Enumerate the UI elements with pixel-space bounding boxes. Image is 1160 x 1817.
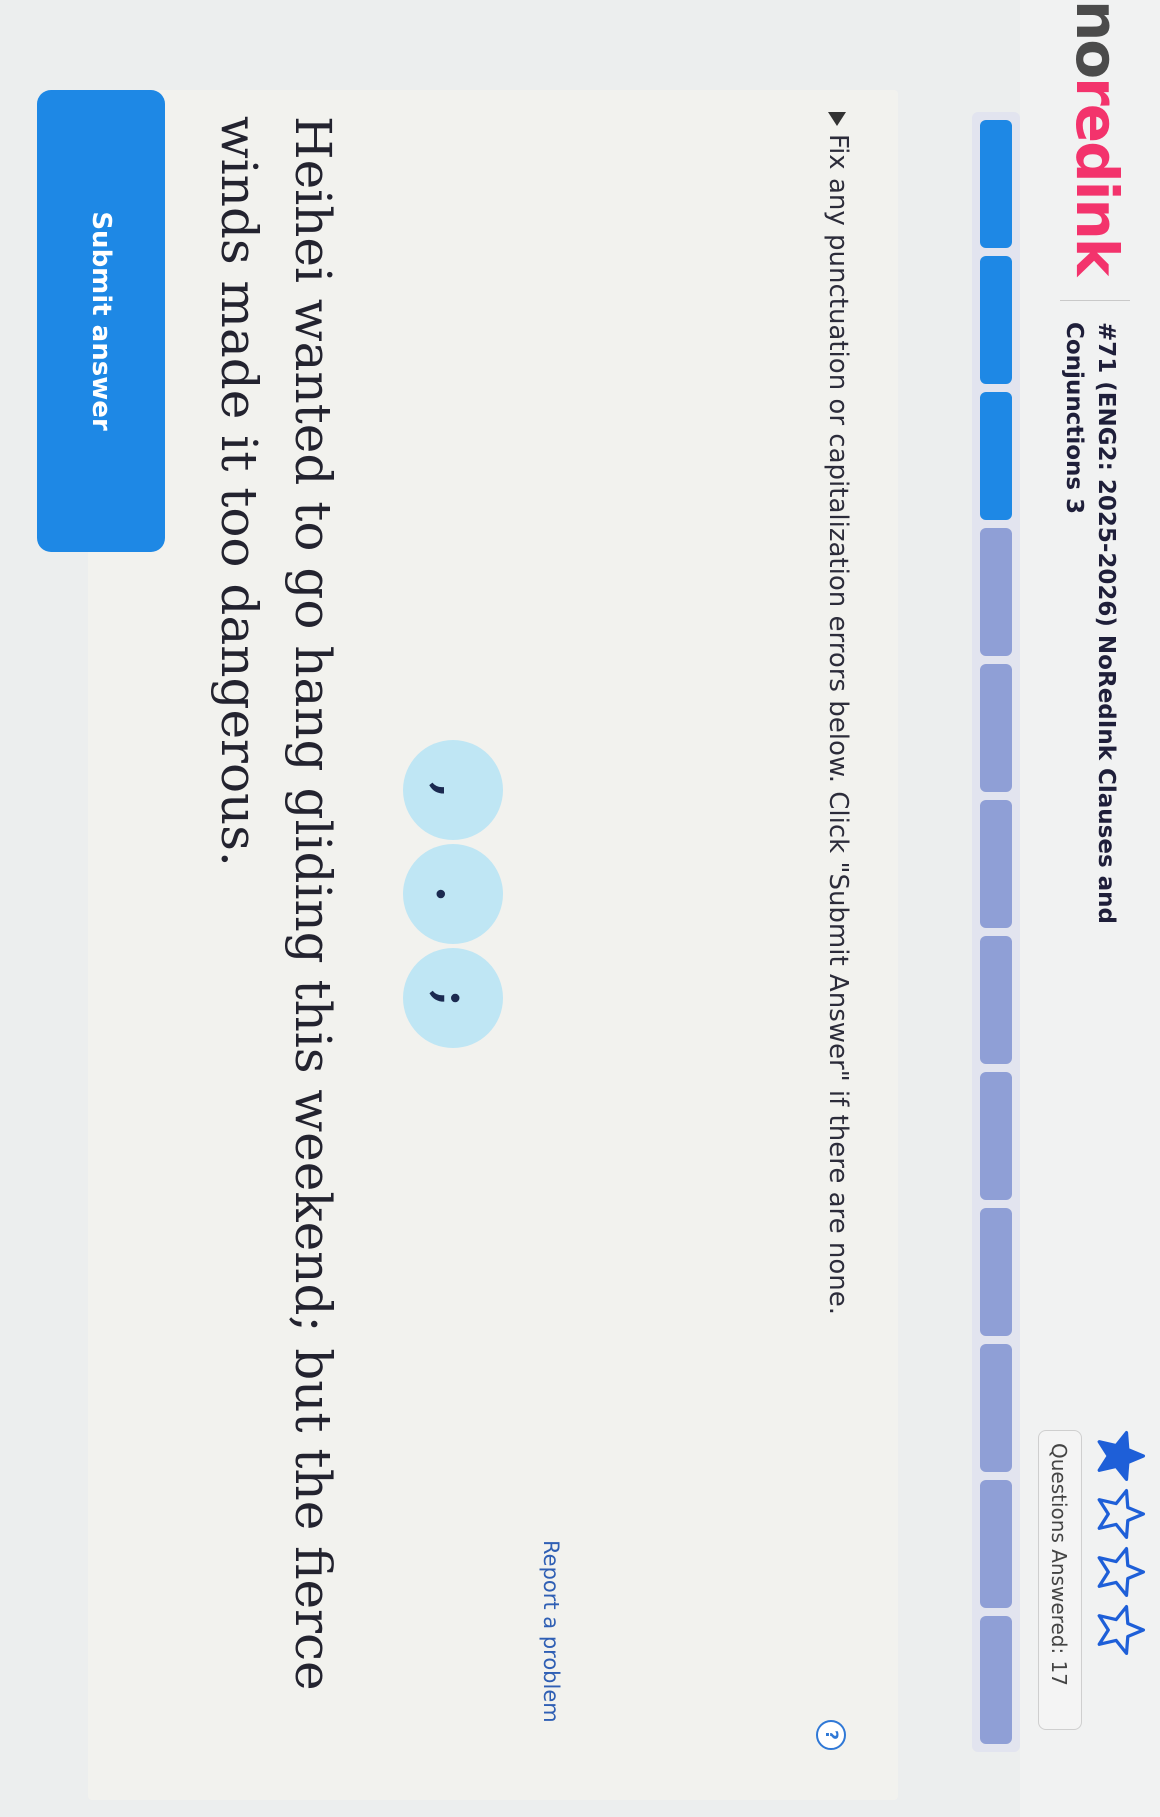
progress-segment-complete [980, 120, 1012, 248]
logo-no-text: no [1063, 0, 1131, 78]
progress-segment-complete [980, 392, 1012, 520]
arrow-pointer-icon [828, 112, 847, 126]
period-tile[interactable]: . [403, 844, 503, 944]
star-rating [1094, 1430, 1146, 1656]
sentence-text[interactable]: Heihei wanted to go hang gliding this we… [202, 116, 350, 1776]
progress-segment-complete [980, 256, 1012, 384]
punctuation-tiles: , . ; [403, 740, 503, 1048]
star-filled-icon [1094, 1430, 1146, 1482]
star-outline-icon [1094, 1604, 1146, 1656]
report-problem-link[interactable]: Report a problem [539, 1540, 563, 1723]
noredink-logo[interactable]: noredink [1063, 0, 1131, 274]
progress-segment-remaining [980, 664, 1012, 792]
progress-segment-remaining [980, 1072, 1012, 1200]
progress-segment-remaining [980, 1480, 1012, 1608]
logo-redink-text: redink [1063, 77, 1131, 275]
progress-segment-remaining [980, 1208, 1012, 1336]
comma-tile[interactable]: , [403, 740, 503, 840]
semicolon-tile[interactable]: ; [403, 948, 503, 1048]
submit-answer-button[interactable]: Submit answer [37, 90, 165, 552]
star-outline-icon [1094, 1546, 1146, 1598]
questions-answered-counter: Questions Answered: 17 [1038, 1430, 1082, 1730]
progress-segment-remaining [980, 528, 1012, 656]
star-outline-icon [1094, 1488, 1146, 1540]
progress-segment-remaining [980, 1344, 1012, 1472]
screen: noredink #71 (ENG2: 2025-2026) NoRedInk … [0, 0, 1160, 1817]
instruction-text: Fix any punctuation or capitalization er… [823, 134, 853, 1316]
header-divider [1060, 300, 1130, 301]
question-card: Fix any punctuation or capitalization er… [88, 90, 898, 1800]
help-icon[interactable]: ? [816, 1720, 846, 1750]
header: noredink #71 (ENG2: 2025-2026) NoRedInk … [1020, 0, 1160, 1817]
progress-segment-remaining [980, 800, 1012, 928]
instruction: Fix any punctuation or capitalization er… [816, 112, 860, 1712]
assignment-title: #71 (ENG2: 2025-2026) NoRedInk Clauses a… [1061, 322, 1119, 924]
progress-segment-remaining [980, 936, 1012, 1064]
progress-segment-remaining [980, 1616, 1012, 1744]
progress-bar [972, 112, 1020, 1752]
